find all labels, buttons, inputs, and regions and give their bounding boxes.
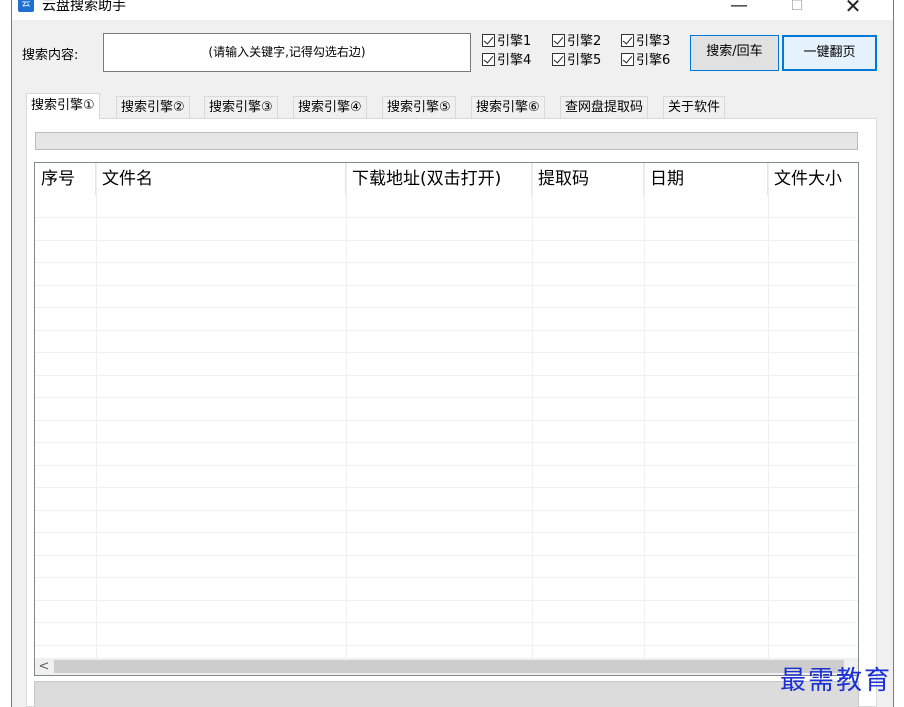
checkbox-checked-icon (552, 53, 565, 66)
grid-row-line (35, 285, 858, 286)
results-list[interactable]: 序号 文件名 下载地址(双击打开) 提取码 日期 文件大小 (34, 162, 859, 659)
engine-6-label: 引擎6 (636, 53, 671, 68)
grid-row-line (35, 600, 858, 601)
status-bar (34, 681, 859, 707)
grid-row-line (35, 487, 858, 488)
grid-row-line (35, 442, 858, 443)
one-click-page-button[interactable]: 一键翻页 (782, 35, 877, 71)
tab-engine-1[interactable]: 搜索引擎① (26, 93, 100, 119)
grid-row-line (35, 307, 858, 308)
grid-row-line (35, 330, 858, 331)
scroll-left-arrow-icon[interactable]: < (35, 658, 53, 675)
grid-row-line (35, 397, 858, 398)
grid-row-line (35, 577, 858, 578)
title-bar: 云 云盘搜索助手 — ☐ ✕ (12, 0, 893, 20)
list-header: 序号 文件名 下载地址(双击打开) 提取码 日期 文件大小 (35, 163, 858, 195)
column-header-download-url[interactable]: 下载地址(双击打开) (346, 163, 532, 195)
grid-row-line (35, 555, 858, 556)
checkbox-checked-icon (552, 34, 565, 47)
grid-row-line (35, 217, 858, 218)
grid-column-line (644, 163, 645, 658)
column-header-index[interactable]: 序号 (35, 163, 96, 195)
engine-4-label: 引擎4 (497, 53, 532, 68)
engine-2-checkbox[interactable]: 引擎2 (552, 33, 601, 51)
engine-5-label: 引擎5 (567, 53, 602, 68)
search-progress-bar (35, 132, 858, 150)
maximize-button[interactable]: ☐ (782, 0, 812, 18)
engine-5-checkbox[interactable]: 引擎5 (552, 52, 601, 70)
grid-row-line (35, 465, 858, 466)
checkbox-checked-icon (621, 53, 634, 66)
grid-row-line (35, 532, 858, 533)
search-input[interactable]: (请输入关键字,记得勾选右边) (103, 33, 471, 72)
grid-row-line (35, 240, 858, 241)
grid-column-line (346, 163, 347, 658)
column-header-file-size[interactable]: 文件大小 (768, 163, 858, 195)
search-label: 搜索内容: (22, 48, 79, 63)
engine-4-checkbox[interactable]: 引擎4 (482, 52, 531, 70)
tab-extract-code[interactable]: 查网盘提取码 (560, 96, 649, 118)
engine-checkbox-group: 引擎1 引擎2 引擎3 引擎4 引擎5 引擎6 (482, 33, 692, 73)
grid-column-line (96, 163, 97, 658)
watermark-text: 最需教育 (780, 666, 893, 696)
checkbox-checked-icon (621, 34, 634, 47)
engine-3-label: 引擎3 (636, 34, 671, 49)
app-cloud-icon: 云 (18, 0, 34, 12)
window-title: 云盘搜索助手 (42, 0, 126, 14)
engine-1-checkbox[interactable]: 引擎1 (482, 33, 531, 51)
minimize-button[interactable]: — (724, 0, 754, 18)
tab-panel: 序号 文件名 下载地址(双击打开) 提取码 日期 文件大小 < (26, 118, 877, 707)
tab-engine-6[interactable]: 搜索引擎⑥ (471, 96, 545, 118)
engine-6-checkbox[interactable]: 引擎6 (621, 52, 670, 70)
tab-about[interactable]: 关于软件 (663, 96, 726, 118)
grid-row-line (35, 622, 858, 623)
tab-engine-3[interactable]: 搜索引擎③ (204, 96, 278, 118)
grid-column-line (768, 163, 769, 658)
column-header-filename[interactable]: 文件名 (96, 163, 346, 195)
grid-row-line (35, 352, 858, 353)
tab-engine-4[interactable]: 搜索引擎④ (293, 96, 367, 118)
tab-engine-5[interactable]: 搜索引擎⑤ (382, 96, 456, 118)
close-button[interactable]: ✕ (838, 0, 868, 18)
checkbox-checked-icon (482, 53, 495, 66)
grid-row-line (35, 645, 858, 646)
checkbox-checked-icon (482, 34, 495, 47)
grid-row-line (35, 420, 858, 421)
grid-row-line (35, 375, 858, 376)
app-window: 云 云盘搜索助手 — ☐ ✕ 搜索内容: (请输入关键字,记得勾选右边) 引擎1… (11, 0, 894, 707)
scroll-thumb[interactable] (54, 660, 844, 673)
search-button[interactable]: 搜索/回车 (690, 35, 779, 71)
engine-tabs: 搜索引擎① 搜索引擎② 搜索引擎③ 搜索引擎④ 搜索引擎⑤ 搜索引擎⑥ 查网盘提… (26, 93, 886, 119)
engine-1-label: 引擎1 (497, 34, 532, 49)
column-header-extract-code[interactable]: 提取码 (532, 163, 644, 195)
tab-engine-2[interactable]: 搜索引擎② (116, 96, 190, 118)
horizontal-scrollbar[interactable]: < (34, 658, 859, 676)
engine-2-label: 引擎2 (567, 34, 602, 49)
column-header-date[interactable]: 日期 (644, 163, 768, 195)
grid-row-line (35, 262, 858, 263)
grid-column-line (532, 163, 533, 658)
grid-row-line (35, 510, 858, 511)
engine-3-checkbox[interactable]: 引擎3 (621, 33, 670, 51)
